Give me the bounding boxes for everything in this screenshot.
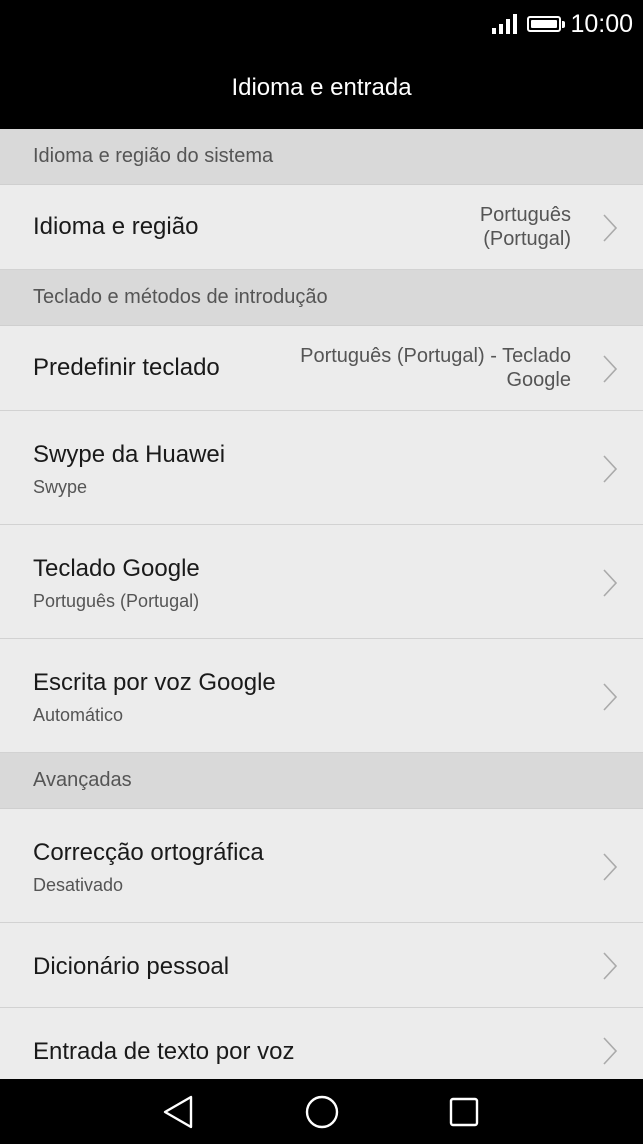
setting-google-voice-typing[interactable]: Escrita por voz Google Automático [0, 639, 643, 753]
section-header-advanced: Avançadas [0, 753, 643, 809]
setting-title: Predefinir teclado [33, 354, 220, 381]
setting-title: Swype da Huawei [33, 441, 226, 468]
setting-title: Idioma e região [33, 213, 199, 240]
setting-title: Entrada de texto por voz [33, 1038, 295, 1065]
chevron-right-icon [603, 853, 618, 881]
setting-value: Português (Portugal) [479, 204, 571, 250]
setting-google-keyboard[interactable]: Teclado Google Português (Portugal) [0, 525, 643, 639]
setting-subtitle: Automático [33, 705, 124, 725]
home-icon[interactable] [302, 1093, 342, 1131]
back-icon[interactable] [158, 1093, 198, 1131]
setting-spell-check[interactable]: Correcção ortográfica Desativado [0, 809, 643, 923]
setting-title: Correcção ortográfica [33, 839, 264, 866]
setting-value: Português (Portugal) - Teclado Google [300, 345, 571, 391]
setting-subtitle: Desativado [33, 875, 124, 895]
setting-subtitle: Português (Portugal) [33, 591, 200, 611]
navigation-bar [0, 1079, 643, 1144]
clock: 10:00 [570, 9, 633, 38]
setting-personal-dictionary[interactable]: Dicionário pessoal [0, 923, 643, 1008]
status-bar: 10:00 [0, 0, 643, 50]
setting-default-keyboard[interactable]: Predefinir teclado Português (Portugal) … [0, 326, 643, 411]
setting-title: Teclado Google [33, 555, 200, 582]
battery-icon [527, 16, 566, 32]
chevron-right-icon [603, 455, 618, 483]
chevron-right-icon [603, 683, 618, 711]
setting-huawei-swype[interactable]: Swype da Huawei Swype [0, 411, 643, 525]
setting-voice-input[interactable]: Entrada de texto por voz [0, 1008, 643, 1079]
chevron-right-icon [603, 214, 618, 242]
settings-list[interactable]: Idioma e região do sistema Idioma e regi… [0, 129, 643, 1079]
setting-title: Dicionário pessoal [33, 953, 230, 980]
app-bar: Idioma e entrada [0, 50, 643, 129]
chevron-right-icon [603, 355, 618, 383]
setting-title: Escrita por voz Google [33, 669, 276, 696]
page-title: Idioma e entrada [231, 74, 412, 101]
signal-icon [492, 14, 518, 34]
setting-language-region[interactable]: Idioma e região Português (Portugal) [0, 185, 643, 270]
status-icons: 10:00 [492, 10, 633, 38]
chevron-right-icon [603, 952, 618, 980]
section-header-keyboard: Teclado e métodos de introdução [0, 270, 643, 326]
chevron-right-icon [603, 1037, 618, 1065]
setting-subtitle: Swype [33, 477, 88, 497]
recents-icon[interactable] [444, 1093, 484, 1131]
section-header-system-language: Idioma e região do sistema [0, 129, 643, 185]
chevron-right-icon [603, 569, 618, 597]
